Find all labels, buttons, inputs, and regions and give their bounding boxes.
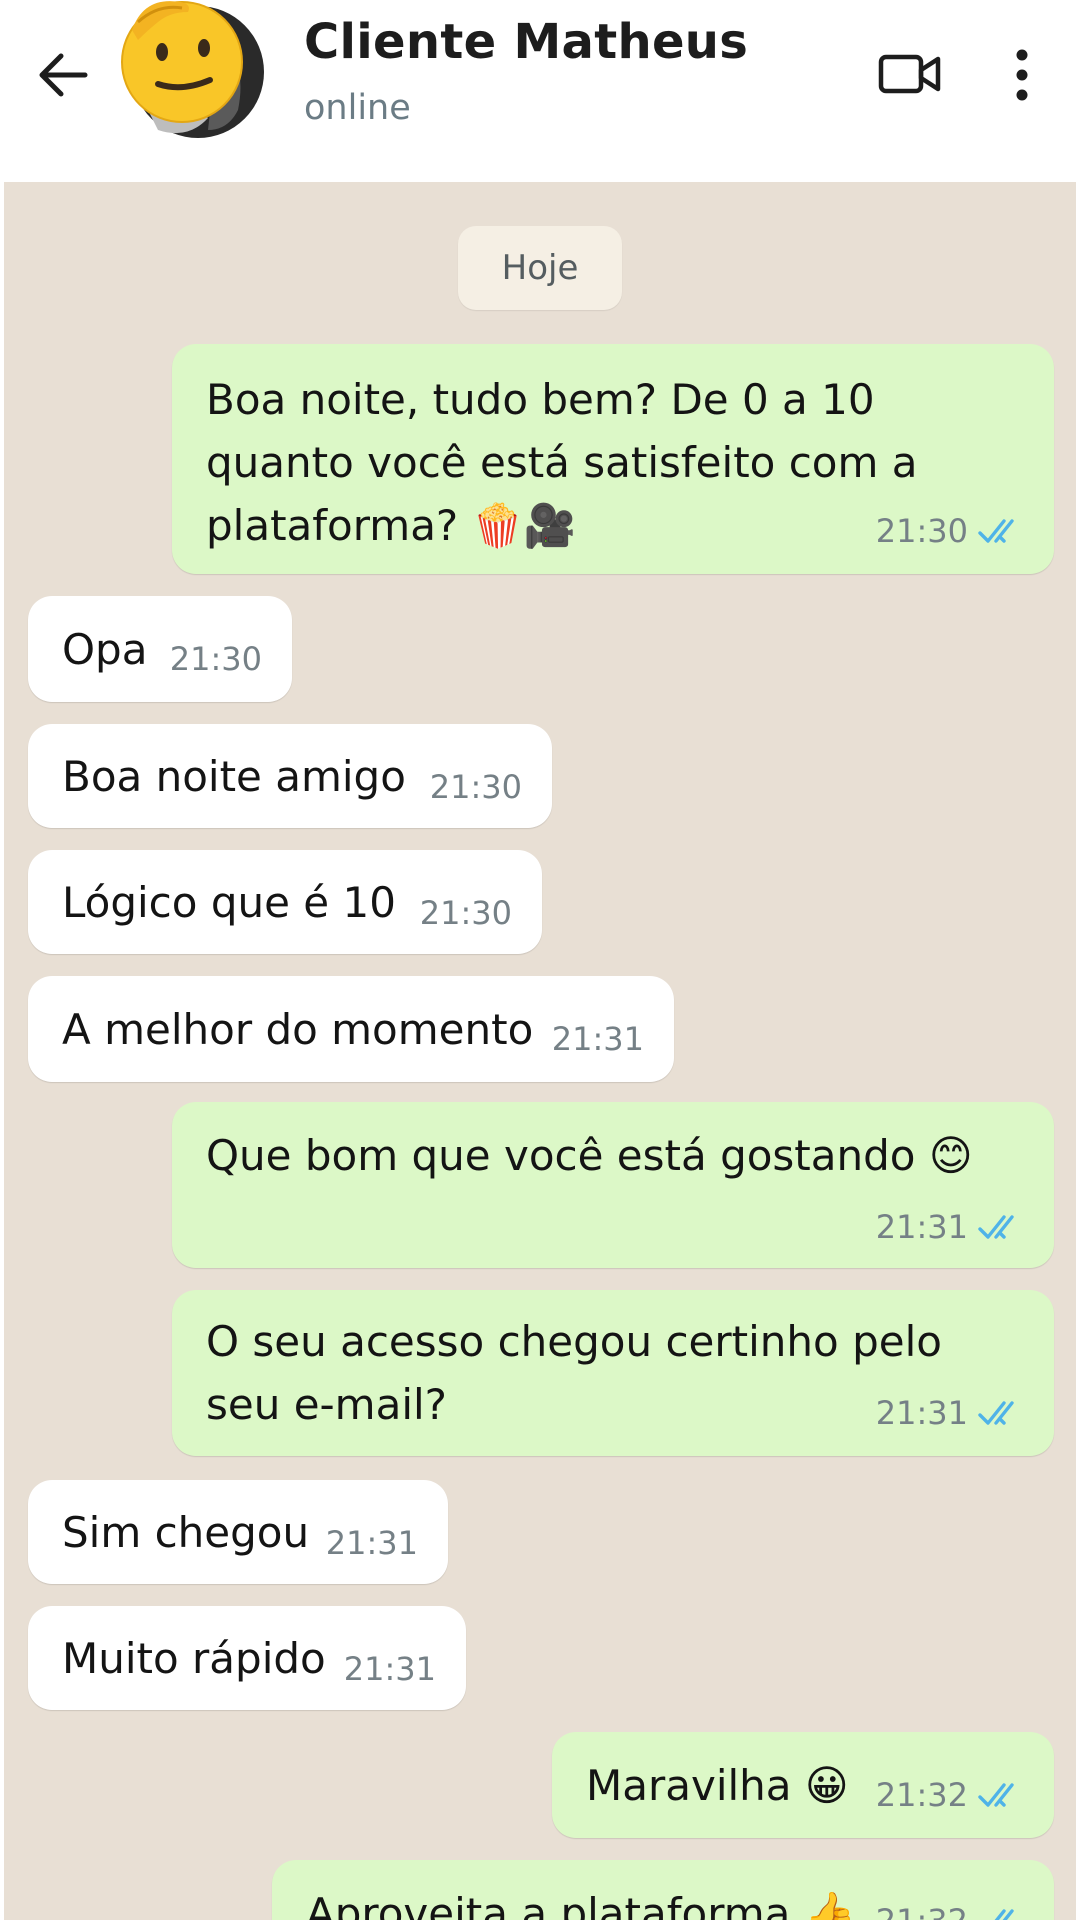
message-meta: 21:32 bbox=[876, 1776, 1024, 1814]
message-time: 21:30 bbox=[875, 512, 968, 550]
message-time: 21:30 bbox=[169, 640, 262, 678]
incoming-message[interactable]: Boa noite amigo 21:30 bbox=[28, 724, 552, 828]
message-text: Sim chegou bbox=[62, 1508, 310, 1557]
message-time: 21:31 bbox=[875, 1394, 968, 1432]
incoming-message[interactable]: Sim chegou 21:31 bbox=[28, 1480, 448, 1584]
message-meta: 21:31 bbox=[344, 1650, 436, 1688]
incoming-message[interactable]: Muito rápido 21:31 bbox=[28, 1606, 466, 1710]
message-text: Lógico que é 10 bbox=[62, 878, 396, 927]
message-time: 21:31 bbox=[551, 1020, 644, 1058]
contact-name[interactable]: Cliente Matheus bbox=[304, 14, 748, 70]
double-check-read-icon bbox=[978, 1783, 1014, 1807]
message-meta: 21:30 bbox=[876, 512, 1024, 550]
message-time: 21:31 bbox=[325, 1524, 418, 1562]
back-button[interactable] bbox=[28, 40, 98, 110]
double-check-read-icon bbox=[978, 519, 1014, 543]
incoming-message[interactable]: Lógico que é 10 21:30 bbox=[28, 850, 542, 954]
message-text: Opa bbox=[62, 625, 148, 674]
message-time: 21:31 bbox=[343, 1650, 436, 1688]
message-meta: 21:30 bbox=[420, 894, 512, 932]
message-meta: 21:32 bbox=[876, 1902, 1024, 1920]
outgoing-message[interactable]: Que bom que você está gostando 😊 21:31 bbox=[172, 1102, 1054, 1268]
message-time: 21:30 bbox=[429, 768, 522, 806]
video-camera-icon bbox=[878, 54, 941, 94]
message-text: Maravilha 😀 bbox=[586, 1761, 849, 1810]
message-text: O seu acesso chegou certinho pelo seu e-… bbox=[206, 1310, 942, 1436]
outgoing-message[interactable]: Maravilha 😀 21:32 bbox=[552, 1732, 1054, 1838]
date-separator: Hoje bbox=[458, 226, 622, 310]
message-text: Boa noite, tudo bem? De 0 a 10 quanto vo… bbox=[206, 368, 918, 557]
message-line: Boa noite, tudo bem? De 0 a 10 bbox=[206, 375, 875, 424]
message-line: seu e-mail? bbox=[206, 1380, 447, 1429]
video-call-button[interactable] bbox=[872, 44, 948, 104]
message-meta: 21:31 bbox=[876, 1208, 1024, 1246]
message-meta: 21:31 bbox=[326, 1524, 418, 1562]
message-line: O seu acesso chegou certinho pelo bbox=[206, 1317, 942, 1366]
message-meta: 21:30 bbox=[430, 768, 522, 806]
message-meta: 21:31 bbox=[552, 1020, 644, 1058]
more-options-button[interactable] bbox=[996, 40, 1048, 110]
outgoing-message[interactable]: Aproveita a plataforma 👍 21:32 bbox=[272, 1860, 1054, 1920]
message-line: plataforma? 🍿🎥 bbox=[206, 501, 577, 550]
message-line: quanto você está satisfeito com a bbox=[206, 438, 918, 487]
incoming-message[interactable]: Opa 21:30 bbox=[28, 596, 292, 702]
outgoing-message[interactable]: Boa noite, tudo bem? De 0 a 10 quanto vo… bbox=[172, 344, 1054, 574]
double-check-read-icon bbox=[978, 1401, 1014, 1425]
arrow-left-icon bbox=[39, 53, 88, 97]
message-text: Boa noite amigo bbox=[62, 752, 406, 801]
message-time: 21:30 bbox=[419, 894, 512, 932]
double-check-read-icon bbox=[978, 1215, 1014, 1239]
outgoing-message[interactable]: O seu acesso chegou certinho pelo seu e-… bbox=[172, 1290, 1054, 1456]
message-text: A melhor do momento bbox=[62, 1005, 534, 1054]
message-time: 21:32 bbox=[876, 1902, 968, 1920]
message-text: Muito rápido bbox=[62, 1634, 326, 1683]
incoming-message[interactable]: A melhor do momento 21:31 bbox=[28, 976, 674, 1082]
avatar[interactable] bbox=[118, 0, 266, 140]
saluting-face-avatar bbox=[121, 1, 264, 138]
message-text: Que bom que você está gostando 😊 bbox=[206, 1131, 973, 1180]
double-check-read-icon bbox=[994, 1909, 1014, 1920]
message-meta: 21:30 bbox=[170, 640, 262, 678]
message-time: 21:32 bbox=[875, 1776, 968, 1814]
message-meta: 21:31 bbox=[876, 1394, 1024, 1432]
more-vertical-icon bbox=[1016, 49, 1028, 101]
message-text: Aproveita a plataforma 👍 bbox=[306, 1889, 857, 1920]
contact-status: online bbox=[304, 88, 411, 128]
chat-header: Cliente Matheus online bbox=[0, 0, 1080, 182]
chat-screen: Cliente Matheus online Hoje Boa noite, t… bbox=[0, 0, 1080, 1920]
message-time: 21:31 bbox=[875, 1208, 968, 1246]
